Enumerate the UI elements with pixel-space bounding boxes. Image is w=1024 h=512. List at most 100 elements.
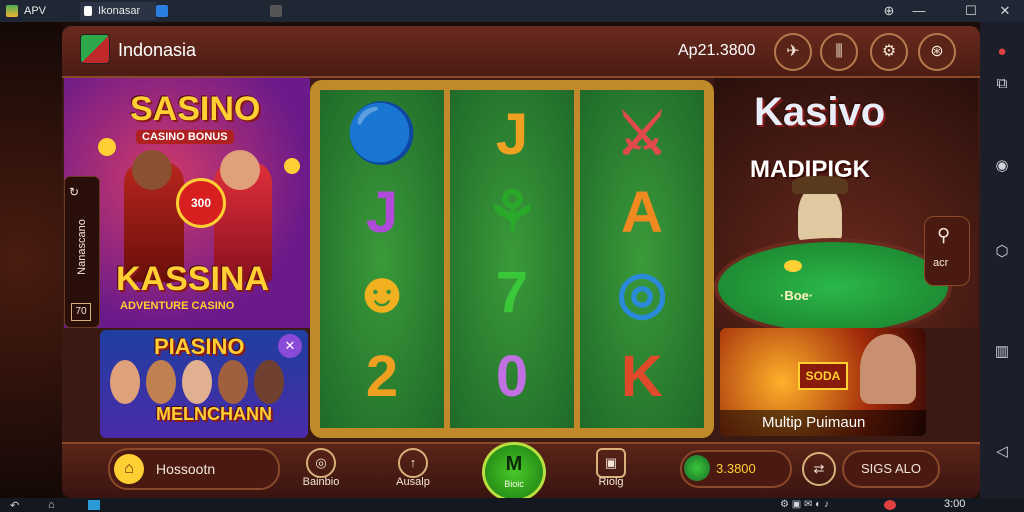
banner-big-text: KASSINA: [116, 260, 270, 298]
character-row: [110, 360, 296, 404]
autoplay-button[interactable]: ↑: [398, 448, 428, 478]
folder-icon[interactable]: ▥: [990, 340, 1014, 364]
app-logo-icon: [80, 34, 110, 64]
character-avatar: [182, 360, 212, 404]
side-location-button[interactable]: ⚲ acr: [924, 216, 970, 286]
coin-icon: [98, 138, 116, 156]
settings-button[interactable]: ⚙: [870, 33, 908, 71]
spin-button[interactable]: M Bioic: [482, 442, 546, 502]
reel-symbol: ⚘: [486, 180, 538, 245]
coin-icon: [284, 158, 300, 174]
blank-tab-icon: [270, 5, 282, 17]
back-icon[interactable]: ◁: [990, 440, 1014, 464]
profile-button[interactable]: ⊛: [918, 33, 956, 71]
reel-symbol: ◎: [616, 260, 668, 325]
promo-banner-multip[interactable]: SODA Multip Puimaun: [720, 328, 926, 436]
tab-blue[interactable]: [156, 2, 266, 20]
bet-button[interactable]: SIGS ALO: [842, 450, 940, 488]
reel-symbol: J: [495, 101, 529, 167]
autoplay-label: Ausalp: [396, 476, 430, 488]
promo-panel-kasivo[interactable]: Kasivo MADIPIGK ·Boe·: [714, 78, 978, 328]
reel-symbol: K: [621, 343, 663, 409]
banner-subtitle: CASINO BONUS: [136, 130, 234, 144]
presenter-figure: [860, 334, 916, 404]
app-icon: [6, 5, 18, 17]
tab-label: APV: [24, 5, 47, 17]
tab-label: Ikonasar: [98, 5, 141, 17]
banner-title: PIASINO: [154, 334, 245, 359]
promo-banner-kassina[interactable]: SASINO CASINO BONUS 300 KASSINA ADVENTUR…: [64, 78, 310, 328]
reel-symbol: J: [365, 179, 399, 245]
app-switch-icon[interactable]: [88, 500, 100, 510]
table-text: ·Boe·: [780, 288, 814, 303]
banner-title: SASINO: [130, 90, 261, 128]
casino-table: [714, 238, 952, 328]
notification-icon[interactable]: [884, 500, 896, 510]
spin-label: Bioic: [504, 479, 524, 489]
home-nav-icon[interactable]: ⌂: [48, 499, 55, 511]
banner-badge: SODA: [798, 362, 848, 390]
promo-banner-piasino[interactable]: PIASINO ✕ MELNCHANN: [100, 330, 308, 438]
home-icon: ⌂: [114, 454, 144, 484]
home-label: Hossootn: [156, 461, 216, 477]
banner-tagline: ADVENTURE CASINO: [120, 300, 235, 312]
back-icon[interactable]: ↶: [10, 499, 19, 512]
record-icon[interactable]: ●: [990, 40, 1014, 64]
host-head-left: [132, 150, 172, 190]
rules-button[interactable]: ▣: [596, 448, 626, 478]
tray-icons: ⚙ ▣ ✉ ◐ ♪: [780, 499, 829, 510]
coin-icon: [684, 455, 710, 481]
stats-button[interactable]: ⫼: [820, 33, 858, 71]
tab-ikonasar[interactable]: Ikonasar: [80, 2, 156, 20]
side-tab-badge: 70: [71, 303, 91, 321]
reel-symbol: 2: [365, 343, 399, 409]
screenshot-icon[interactable]: ⧉: [990, 72, 1014, 96]
side-tab[interactable]: ↻ Nanascano 70: [64, 176, 100, 328]
side-tab-label: Nanascano: [76, 219, 88, 275]
character-avatar: [146, 360, 176, 404]
left-backdrop: [0, 22, 62, 498]
reel-symbol: ☻: [351, 259, 413, 325]
reel-symbol: 7: [495, 259, 529, 325]
rules-label: Riolg: [598, 476, 624, 488]
bet-label: SIGS ALO: [861, 461, 921, 476]
swap-button[interactable]: ⇄: [802, 452, 836, 486]
document-icon: [84, 6, 92, 16]
history-button[interactable]: ◎: [306, 448, 336, 478]
panel-title: Kasivo: [754, 90, 886, 134]
spin-icon: M: [505, 453, 523, 475]
clock-text: 3:00: [944, 498, 966, 510]
settings-icon[interactable]: ⊕: [880, 2, 898, 20]
share-button[interactable]: ✈: [774, 33, 812, 71]
coin-value: 3.3800: [716, 461, 756, 476]
reel-symbol: 0: [495, 343, 529, 409]
character-avatar: [110, 360, 140, 404]
character-avatar: [254, 360, 284, 404]
pin-icon: ⚲: [937, 225, 951, 245]
chip-badge: 300: [176, 178, 226, 228]
chip-icon: [784, 260, 802, 272]
os-bottom-bar: [0, 498, 1024, 512]
maximize-button[interactable]: ☐: [962, 2, 980, 20]
side-button-label: acr: [933, 257, 949, 269]
home-button[interactable]: ⌂ Hossootn: [108, 448, 280, 490]
host-head-right: [220, 150, 260, 190]
close-badge-icon[interactable]: ✕: [278, 334, 302, 358]
coin-balance: 3.3800: [680, 450, 792, 488]
banner-caption: Multip Puimaun: [762, 414, 866, 431]
reel-symbol: 🔵: [345, 101, 419, 166]
minimize-button[interactable]: —: [910, 2, 928, 20]
tab-apv[interactable]: APV: [6, 2, 46, 20]
close-button[interactable]: ✕: [996, 2, 1014, 20]
history-label: Bainbio: [302, 476, 340, 488]
character-avatar: [218, 360, 248, 404]
browser-icon: [156, 5, 168, 17]
reel-symbol: A: [621, 179, 663, 245]
balance-text: Ap21.3800: [678, 42, 756, 59]
tab-blank[interactable]: [270, 2, 350, 20]
reel-symbol: ⚔: [616, 102, 668, 167]
app-title: Indonasia: [118, 40, 197, 60]
banner-subtitle: MELNCHANN: [156, 404, 272, 424]
keymap-icon[interactable]: ⬡: [990, 240, 1014, 264]
location-icon[interactable]: ◉: [990, 154, 1014, 178]
